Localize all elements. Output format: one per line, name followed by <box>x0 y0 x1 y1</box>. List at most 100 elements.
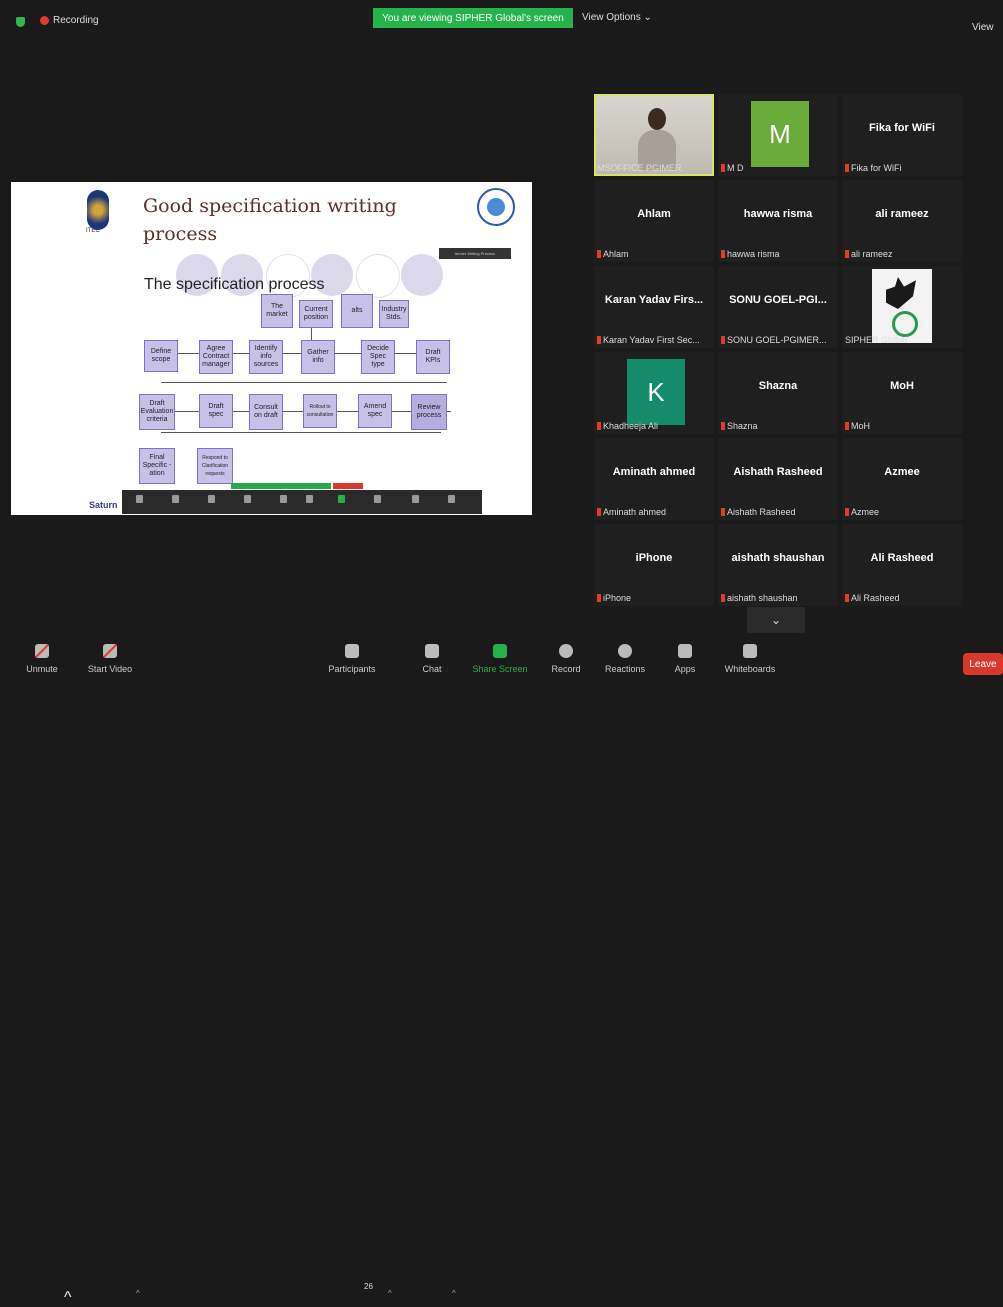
participant-name: Aishath Rasheed <box>733 466 823 478</box>
participant-tile[interactable]: Azmee Azmee <box>842 438 962 520</box>
participants-caret-icon[interactable]: ^ <box>388 1289 392 1298</box>
participant-tile[interactable]: Shazna Shazna <box>718 352 838 434</box>
participant-tile[interactable]: Ahlam Ahlam <box>594 180 714 262</box>
participant-name: Aminath ahmed <box>612 466 696 478</box>
name-text: SONU GOEL-PGIMER... <box>727 335 827 345</box>
participant-name: Ali Rasheed <box>870 552 934 564</box>
share-screen-button[interactable]: Share Screen <box>470 637 530 681</box>
gallery-collapse-button[interactable]: ⌄ <box>747 607 805 633</box>
unmute-button[interactable]: Unmute <box>20 637 64 681</box>
muted-mic-icon <box>721 336 725 344</box>
recording-indicator[interactable]: Recording <box>40 15 99 26</box>
unmute-caret-icon[interactable]: ^ <box>64 1289 72 1307</box>
annotate-icon <box>412 495 419 503</box>
participant-tile[interactable]: SIPHER Global <box>842 266 962 348</box>
participant-label: Shazna <box>721 421 758 431</box>
participant-name: aishath shaushan <box>731 552 825 564</box>
participant-label: Fika for WiFi <box>845 163 902 173</box>
participant-name: Azmee <box>884 466 920 478</box>
participants-button[interactable]: Participants <box>325 637 379 681</box>
whiteboards-label: Whiteboards <box>724 664 776 674</box>
muted-mic-icon <box>597 250 601 258</box>
apps-button[interactable]: Apps <box>668 637 702 681</box>
box-final-specification: Final Specific -ation <box>139 448 175 484</box>
chat-icon <box>425 644 439 658</box>
leave-button[interactable]: Leave <box>963 653 1003 675</box>
participant-tile[interactable]: aishath shaushan aishath shaushan <box>718 524 838 606</box>
participant-label: Khadheeja Ali <box>597 421 658 431</box>
participant-tile[interactable]: M M D <box>718 94 838 176</box>
participant-tile[interactable]: ali rameez ali rameez <box>842 180 962 262</box>
participant-tile[interactable]: K Khadheeja Ali <box>594 352 714 434</box>
chat-button[interactable]: Chat <box>415 637 449 681</box>
participant-tile[interactable]: MoH MoH <box>842 352 962 434</box>
box-agree-contract: Agree Contract manager <box>199 340 233 374</box>
participant-count: 26 <box>364 1282 373 1291</box>
participant-label: Azmee <box>845 507 879 517</box>
participant-tile[interactable]: Fika for WiFi Fika for WiFi <box>842 94 962 176</box>
name-text: aishath shaushan <box>727 593 798 603</box>
participant-tile[interactable]: Aminath ahmed Aminath ahmed <box>594 438 714 520</box>
share-screen-icon <box>493 644 507 658</box>
name-text: ali rameez <box>851 249 893 259</box>
reactions-button[interactable]: Reactions <box>602 637 648 681</box>
chat-label: Chat <box>422 664 442 674</box>
itec-logo-text: ITEC <box>86 228 100 234</box>
slide-subtitle: The specification process <box>144 276 325 293</box>
box-identify-info: Identify info sources <box>249 340 283 374</box>
whiteboards-button[interactable]: Whiteboards <box>720 637 780 681</box>
record-label: Record <box>551 664 581 674</box>
start-video-button[interactable]: Start Video <box>85 637 135 681</box>
security-shield-icon[interactable] <box>16 17 25 27</box>
record-button[interactable]: Record <box>548 637 584 681</box>
muted-mic-icon <box>721 164 725 172</box>
name-text: Shazna <box>727 421 758 431</box>
muted-mic-icon <box>845 250 849 258</box>
name-text: Ahlam <box>603 249 629 259</box>
muted-mic-icon <box>597 336 601 344</box>
participant-tile[interactable]: Karan Yadav Firs... Karan Yadav First Se… <box>594 266 714 348</box>
muted-mic-icon <box>597 422 601 430</box>
name-text: Fika for WiFi <box>851 163 902 173</box>
decor-circle <box>401 254 443 296</box>
view-button[interactable]: View <box>972 22 994 33</box>
avatar: K <box>627 359 685 425</box>
participant-label: MoH <box>845 421 870 431</box>
share-icon <box>338 495 345 503</box>
muted-mic-icon <box>845 164 849 172</box>
presenter-stop-share-button <box>333 483 363 489</box>
box-respond-clarification: Respond to Clarification requests <box>197 448 233 484</box>
participant-label: aishath shaushan <box>721 593 798 603</box>
participant-tile[interactable]: Ali Rasheed Ali Rasheed <box>842 524 962 606</box>
participant-tile[interactable]: MSOFFICE PGIMER <box>594 94 714 176</box>
apps-icon <box>678 644 692 658</box>
participant-name: Ahlam <box>637 208 671 220</box>
name-text: M D <box>727 163 744 173</box>
participant-tile[interactable]: Aishath Rasheed Aishath Rasheed <box>718 438 838 520</box>
name-text: Azmee <box>851 507 880 517</box>
participant-tile[interactable]: hawwa risma hawwa risma <box>718 180 838 262</box>
participant-tile[interactable]: SONU GOEL-PGI... SONU GOEL-PGIMER... <box>718 266 838 348</box>
participant-label: M D <box>721 163 744 173</box>
sipher-logo-icon <box>872 269 932 343</box>
name-text: MSOFFICE PGIMER <box>597 163 682 173</box>
chat-caret-icon[interactable]: ^ <box>452 1289 456 1298</box>
reactions-icon <box>618 644 632 658</box>
participants-label: Participants <box>328 664 376 674</box>
bottom-logo: Saturn <box>89 500 118 510</box>
connector-line <box>161 382 447 383</box>
name-text: Aishath Rasheed <box>727 507 796 517</box>
participant-tile[interactable]: iPhone iPhone <box>594 524 714 606</box>
box-amend-spec: Amend spec <box>358 394 392 428</box>
avatar: M <box>751 101 809 167</box>
box-alts: alts <box>341 294 373 328</box>
box-draft-spec: Draft spec <box>199 394 233 428</box>
box-review-process: Review process <box>411 394 447 430</box>
polls-icon <box>306 495 313 503</box>
video-caret-icon[interactable]: ^ <box>136 1289 140 1298</box>
box-gather-info: Gather info <box>301 340 335 374</box>
whiteboards-icon <box>743 644 757 658</box>
view-options-button[interactable]: View Options ⌄ <box>582 12 652 23</box>
participant-label: Karan Yadav First Sec... <box>597 335 700 345</box>
participant-name: MoH <box>890 380 914 392</box>
